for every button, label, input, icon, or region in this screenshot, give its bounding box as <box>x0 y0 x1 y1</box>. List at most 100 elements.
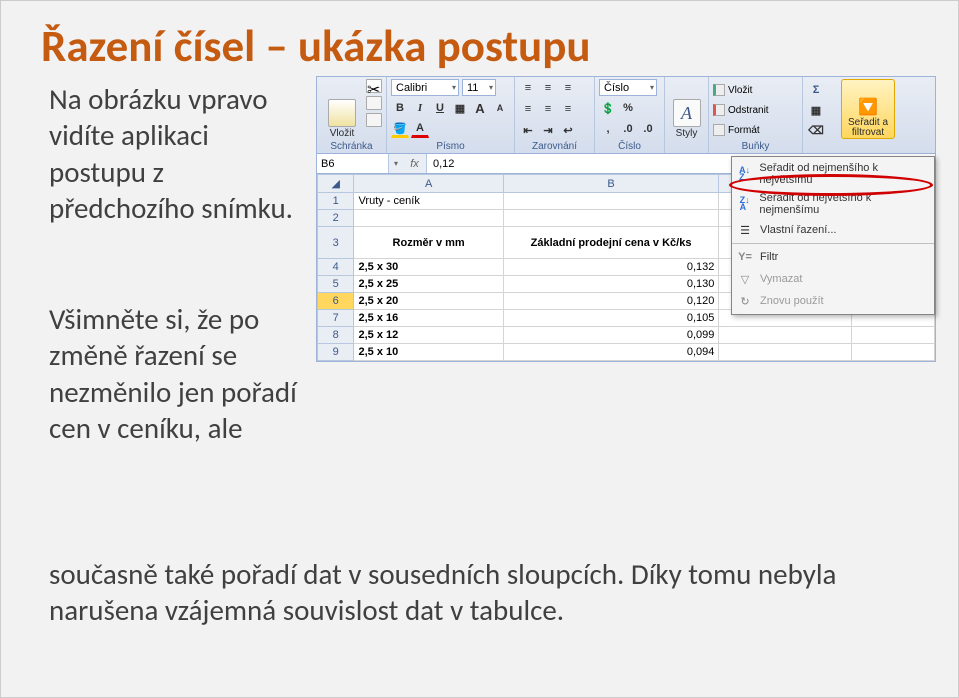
align-top-button[interactable]: ≡ <box>519 79 537 97</box>
cell-b[interactable]: 0,099 <box>503 327 719 344</box>
col-header-a[interactable]: A <box>354 175 503 193</box>
paste-button[interactable]: Vložit <box>321 79 363 139</box>
insert-cells-button[interactable]: Vložit <box>713 81 793 99</box>
cell-a[interactable] <box>354 210 503 227</box>
align-bot-button[interactable]: ≡ <box>559 79 577 97</box>
name-box[interactable]: B6 <box>317 154 389 173</box>
cell-d[interactable] <box>852 327 935 344</box>
indent-inc-button[interactable]: ⇥ <box>539 121 557 139</box>
cell-b[interactable]: Základní prodejní cena v Kč/ks <box>503 227 719 259</box>
alignment-group-label: Zarovnání <box>519 140 590 152</box>
table-row[interactable]: 82,5 x 120,099 <box>318 327 935 344</box>
row-header[interactable]: 1 <box>318 193 354 210</box>
cell-c[interactable] <box>719 344 852 361</box>
slide-title: Řazení čísel – ukázka postupu <box>41 19 918 74</box>
align-center-button[interactable]: ≡ <box>539 100 557 118</box>
sort-custom-item[interactable]: ☰ Vlastní řazení... <box>732 219 934 241</box>
font-size-combo[interactable]: 11 <box>462 79 496 96</box>
font-grow-button[interactable]: A <box>471 99 489 117</box>
underline-button[interactable]: U <box>431 99 449 117</box>
cell-b[interactable]: 0,130 <box>503 276 719 293</box>
cell-a[interactable]: 2,5 x 25 <box>354 276 503 293</box>
cell-a[interactable]: 2,5 x 10 <box>354 344 503 361</box>
italic-button[interactable]: I <box>411 99 429 117</box>
row-header[interactable]: 3 <box>318 227 354 259</box>
cells-group-label: Buňky <box>713 140 798 152</box>
align-mid-button[interactable]: ≡ <box>539 79 557 97</box>
reapply-icon: ↻ <box>736 293 754 309</box>
cell-d[interactable] <box>852 344 935 361</box>
cell-b[interactable]: 0,105 <box>503 310 719 327</box>
cut-icon[interactable]: ✂ <box>366 79 382 93</box>
fill-button[interactable]: ▦ <box>807 101 825 119</box>
row-header[interactable]: 2 <box>318 210 354 227</box>
styles-button[interactable]: A Styly <box>669 79 704 139</box>
bold-button[interactable]: B <box>391 99 409 117</box>
dec-inc-button[interactable]: .0 <box>619 120 637 138</box>
cell-b[interactable] <box>503 210 719 227</box>
clear-filter-item: ▽ Vymazat <box>732 268 934 290</box>
border-button[interactable]: ▦ <box>451 99 469 117</box>
filter-item[interactable]: Y= Filtr <box>732 243 934 268</box>
fx-icon[interactable]: fx <box>403 154 427 173</box>
sort-filter-dropdown: A↓Z Seřadit od nejmenšího k největšímu Z… <box>731 156 935 315</box>
indent-dec-button[interactable]: ⇤ <box>519 121 537 139</box>
autosum-button[interactable]: Σ <box>807 81 825 99</box>
cell-c[interactable] <box>719 327 852 344</box>
filter-icon: Y= <box>736 249 754 265</box>
sort-desc-icon: Z↓A <box>736 196 753 212</box>
number-group-label: Číslo <box>599 140 660 152</box>
row-header[interactable]: 5 <box>318 276 354 293</box>
row-header[interactable]: 9 <box>318 344 354 361</box>
styles-group-label <box>669 151 704 152</box>
cell-b[interactable] <box>503 193 719 210</box>
col-header-b[interactable]: B <box>503 175 719 193</box>
font-name-combo[interactable]: Calibri <box>391 79 459 96</box>
clear-filter-icon: ▽ <box>736 271 754 287</box>
excel-screenshot: Vložit ✂ Schránka Calibri 11 B I <box>316 76 936 362</box>
cell-a[interactable]: 2,5 x 16 <box>354 310 503 327</box>
font-shrink-button[interactable]: A <box>491 99 509 117</box>
percent-button[interactable]: % <box>619 99 637 117</box>
cell-a[interactable]: 2,5 x 30 <box>354 259 503 276</box>
styles-icon: A <box>673 99 701 127</box>
format-cells-button[interactable]: Formát <box>713 121 793 139</box>
cell-b[interactable]: 0,120 <box>503 293 719 310</box>
font-color-button[interactable]: A <box>411 120 429 138</box>
select-all-corner[interactable]: ◢ <box>318 175 354 193</box>
copy-icon[interactable] <box>366 96 382 110</box>
cell-a[interactable]: 2,5 x 12 <box>354 327 503 344</box>
clipboard-icon <box>328 99 356 127</box>
align-right-button[interactable]: ≡ <box>559 100 577 118</box>
paragraph-1: Na obrázku vpravo vidíte aplikaci postup… <box>49 81 304 226</box>
paragraph-2: Všimněte si, že po změně řazení se nezmě… <box>49 301 304 446</box>
row-header[interactable]: 8 <box>318 327 354 344</box>
cell-b[interactable]: 0,132 <box>503 259 719 276</box>
clipboard-group-label: Schránka <box>321 140 382 152</box>
format-painter-icon[interactable] <box>366 113 382 127</box>
dec-dec-button[interactable]: .0 <box>639 120 657 138</box>
sort-filter-button[interactable]: 🔽 Seřadit a filtrovat <box>841 79 895 139</box>
number-format-combo[interactable]: Číslo <box>599 79 657 96</box>
row-header[interactable]: 4 <box>318 259 354 276</box>
cell-b[interactable]: 0,094 <box>503 344 719 361</box>
cell-a[interactable]: Rozměr v mm <box>354 227 503 259</box>
sort-asc-item[interactable]: A↓Z Seřadit od nejmenšího k největšímu <box>732 159 934 189</box>
sort-custom-icon: ☰ <box>736 222 754 238</box>
table-row[interactable]: 92,5 x 100,094 <box>318 344 935 361</box>
clear-button[interactable]: ⌫ <box>807 121 825 139</box>
wrap-button[interactable]: ↩ <box>559 121 577 139</box>
align-left-button[interactable]: ≡ <box>519 100 537 118</box>
cell-a[interactable]: 2,5 x 20 <box>354 293 503 310</box>
row-header[interactable]: 7 <box>318 310 354 327</box>
reapply-item: ↻ Znovu použít <box>732 290 934 312</box>
name-box-dropdown-icon[interactable]: ▾ <box>389 154 403 173</box>
fill-color-button[interactable]: 🪣 <box>391 120 409 138</box>
paragraph-3: současně také pořadí dat v sousedních sl… <box>49 556 919 629</box>
sort-desc-item[interactable]: Z↓A Seřadit od největšího k nejmenšímu <box>732 189 934 219</box>
row-header[interactable]: 6 <box>318 293 354 310</box>
cell-a[interactable]: Vruty - ceník <box>354 193 503 210</box>
comma-button[interactable]: , <box>599 120 617 138</box>
delete-cells-button[interactable]: Odstranit <box>713 101 793 119</box>
currency-button[interactable]: 💲 <box>599 99 617 117</box>
